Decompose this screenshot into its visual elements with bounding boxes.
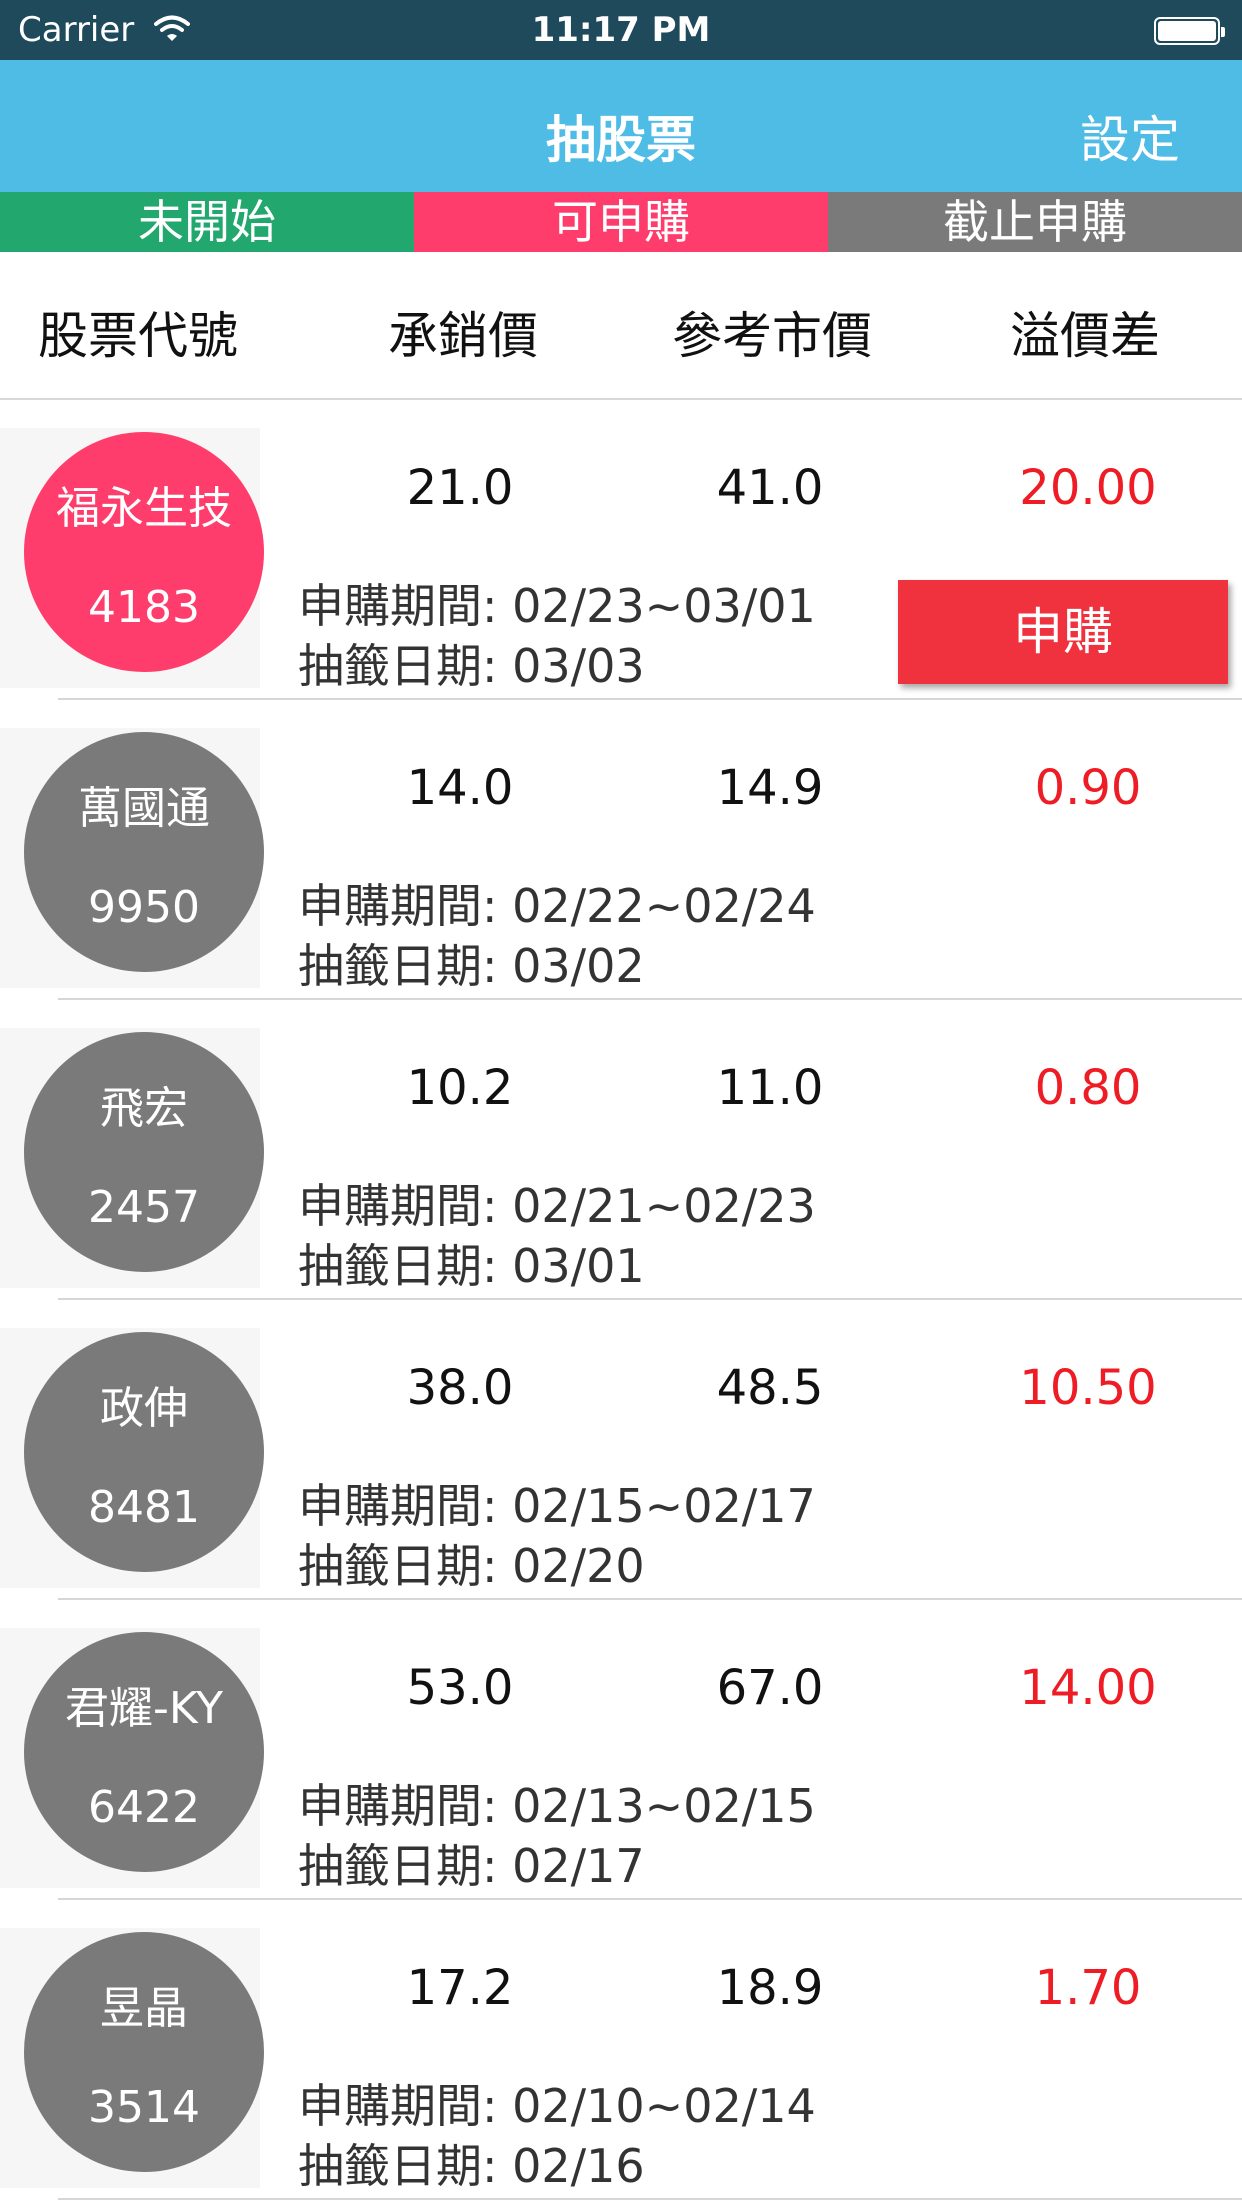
avatar: 政伸 8481 [24, 1332, 264, 1572]
list-item[interactable]: 政伸 8481 38.0 48.5 10.50 申購期間: 02/15~02/1… [0, 1300, 1242, 1600]
premium: 14.00 [1019, 1660, 1157, 1716]
column-header: 股票代號 承銷價 參考市價 溢價差 [0, 252, 1242, 400]
premium: 20.00 [1019, 460, 1157, 516]
settings-button[interactable]: 設定 [1080, 100, 1180, 172]
avatar: 萬國通 9950 [24, 732, 264, 972]
nav-bar: 抽股票 設定 [0, 60, 1242, 192]
stock-name: 政伸 [100, 1383, 188, 1434]
premium: 10.50 [1019, 1360, 1157, 1416]
tab-closed[interactable]: 截止申購 [828, 192, 1242, 252]
ipo-price: 21.0 [406, 460, 514, 516]
stock-name: 飛宏 [100, 1083, 188, 1134]
stock-list: 福永生技 4183 21.0 41.0 20.00 申購期間: 02/23~03… [0, 400, 1242, 2200]
draw-date: 抽籤日期: 03/03 [298, 639, 645, 693]
ref-price: 41.0 [716, 460, 824, 516]
ref-price: 18.9 [716, 1960, 824, 2016]
list-item[interactable]: 飛宏 2457 10.2 11.0 0.80 申購期間: 02/21~02/23… [0, 1000, 1242, 1300]
stock-code: 3514 [88, 2082, 200, 2133]
subscription-period: 申購期間: 02/22~02/24 [298, 879, 816, 933]
battery-icon [1154, 17, 1225, 45]
clock: 11:17 PM [531, 10, 711, 50]
subscription-period: 申購期間: 02/21~02/23 [298, 1179, 816, 1233]
subscription-period: 申購期間: 02/10~02/14 [298, 2079, 816, 2133]
draw-date: 抽籤日期: 02/17 [298, 1839, 645, 1893]
subscription-period: 申購期間: 02/23~03/01 [298, 579, 816, 633]
status-bar: Carrier 11:17 PM [0, 0, 1242, 60]
stock-name: 萬國通 [78, 783, 210, 834]
list-item[interactable]: 君耀-KY 6422 53.0 67.0 14.00 申購期間: 02/13~0… [0, 1600, 1242, 1900]
list-item[interactable]: 昱晶 3514 17.2 18.9 1.70 申購期間: 02/10~02/14… [0, 1900, 1242, 2200]
status-tabs: 未開始 可申購 截止申購 [0, 192, 1242, 252]
ipo-price: 53.0 [406, 1660, 514, 1716]
column-ref-price: 參考市價 [672, 307, 872, 365]
stock-name: 君耀-KY [64, 1683, 224, 1734]
column-code: 股票代號 [38, 307, 238, 365]
ipo-price: 14.0 [406, 760, 514, 816]
ipo-price: 10.2 [406, 1060, 514, 1116]
subscribe-button[interactable]: 申購 [898, 580, 1228, 684]
stock-name: 福永生技 [56, 483, 232, 534]
tab-not-started[interactable]: 未開始 [0, 192, 414, 252]
avatar: 福永生技 4183 [24, 432, 264, 672]
draw-date: 抽籤日期: 03/01 [298, 1239, 645, 1293]
premium: 0.80 [1034, 1060, 1142, 1116]
stock-code: 8481 [88, 1482, 200, 1533]
draw-date: 抽籤日期: 02/20 [298, 1539, 645, 1593]
page-title: 抽股票 [546, 111, 696, 169]
avatar: 君耀-KY 6422 [24, 1632, 264, 1872]
ipo-price: 17.2 [406, 1960, 514, 2016]
stock-code: 9950 [88, 882, 200, 933]
ref-price: 11.0 [716, 1060, 824, 1116]
column-ipo-price: 承銷價 [388, 307, 538, 365]
premium: 0.90 [1034, 760, 1142, 816]
stock-code: 6422 [88, 1782, 200, 1833]
avatar: 昱晶 3514 [24, 1932, 264, 2172]
avatar: 飛宏 2457 [24, 1032, 264, 1272]
ipo-price: 38.0 [406, 1360, 514, 1416]
list-item[interactable]: 福永生技 4183 21.0 41.0 20.00 申購期間: 02/23~03… [0, 400, 1242, 700]
stock-code: 2457 [88, 1182, 200, 1233]
list-item[interactable]: 萬國通 9950 14.0 14.9 0.90 申購期間: 02/22~02/2… [0, 700, 1242, 1000]
ref-price: 48.5 [716, 1360, 824, 1416]
draw-date: 抽籤日期: 02/16 [298, 2139, 645, 2193]
ref-price: 67.0 [716, 1660, 824, 1716]
column-premium: 溢價差 [1010, 307, 1160, 365]
stock-code: 4183 [88, 582, 200, 633]
draw-date: 抽籤日期: 03/02 [298, 939, 645, 993]
ref-price: 14.9 [716, 760, 824, 816]
subscription-period: 申購期間: 02/13~02/15 [298, 1779, 816, 1833]
tab-subscribable[interactable]: 可申購 [414, 192, 828, 252]
subscription-period: 申購期間: 02/15~02/17 [298, 1479, 816, 1533]
premium: 1.70 [1034, 1960, 1142, 2016]
stock-name: 昱晶 [100, 1983, 188, 2034]
